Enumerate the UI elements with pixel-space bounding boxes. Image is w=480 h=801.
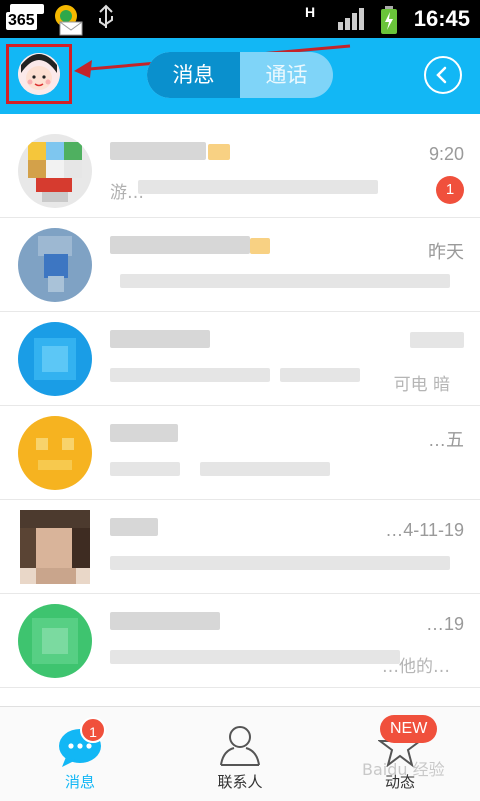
signal-icon [338,8,364,30]
list-item[interactable]: 可电 暗 [0,312,480,406]
battery-icon [381,6,397,34]
tab-label: 联系人 [217,773,263,791]
message-snippet: …他的… [382,657,450,677]
watermark: Baidu 经验 [362,760,445,779]
annotation-highlight-box [6,44,72,104]
message-time: …19 [425,614,464,634]
list-item[interactable]: 昨天 [0,218,480,312]
list-item[interactable]: …五 [0,406,480,500]
contact-avatar [18,416,92,490]
tab-contacts[interactable]: 联系人 [160,707,320,801]
tab-label: 消息 [64,773,95,791]
tab-moments[interactable]: NEW 动态 [320,707,480,801]
contact-avatar [18,604,92,678]
list-item[interactable]: …他的… …19 [0,594,480,688]
contact-avatar [20,510,90,584]
back-button[interactable] [424,56,462,94]
clock: 16:45 [413,6,470,31]
cartoon-face-icon [18,53,60,95]
network-type: H [305,4,316,20]
unread-badge: 1 [436,176,464,204]
message-time: …五 [428,430,464,450]
person-icon [220,726,260,766]
status-bar: 365 H 16:45 [0,0,480,38]
tab-unread-badge: 1 [80,717,106,743]
contact-avatar [18,134,92,208]
app-icons-cluster [10,4,113,36]
tab-calls[interactable]: 通话 [240,52,333,98]
profile-avatar[interactable] [18,53,60,95]
chevron-left-icon [436,66,447,84]
list-item[interactable]: 游… 9:20 1 [0,124,480,218]
message-snippet: 可电 暗 [393,375,450,395]
segmented-control: 消息 通话 [147,52,333,98]
conversation-list: 游… 9:20 1 昨天 可电 暗 …五 …4-11-19 …他的… …19 [0,124,480,688]
contact-avatar [18,228,92,302]
message-time: 昨天 [428,242,464,262]
tab-messages[interactable]: 消息 [147,52,240,98]
list-item[interactable]: …4-11-19 [0,500,480,594]
bottom-tab-bar: 1 消息 联系人 NEW 动态 [0,706,480,801]
message-time: …4-11-19 [385,520,464,540]
contact-avatar [18,322,92,396]
new-badge: NEW [380,715,438,743]
message-time: 9:20 [428,144,464,164]
tab-messages-bottom[interactable]: 1 消息 [0,707,160,801]
